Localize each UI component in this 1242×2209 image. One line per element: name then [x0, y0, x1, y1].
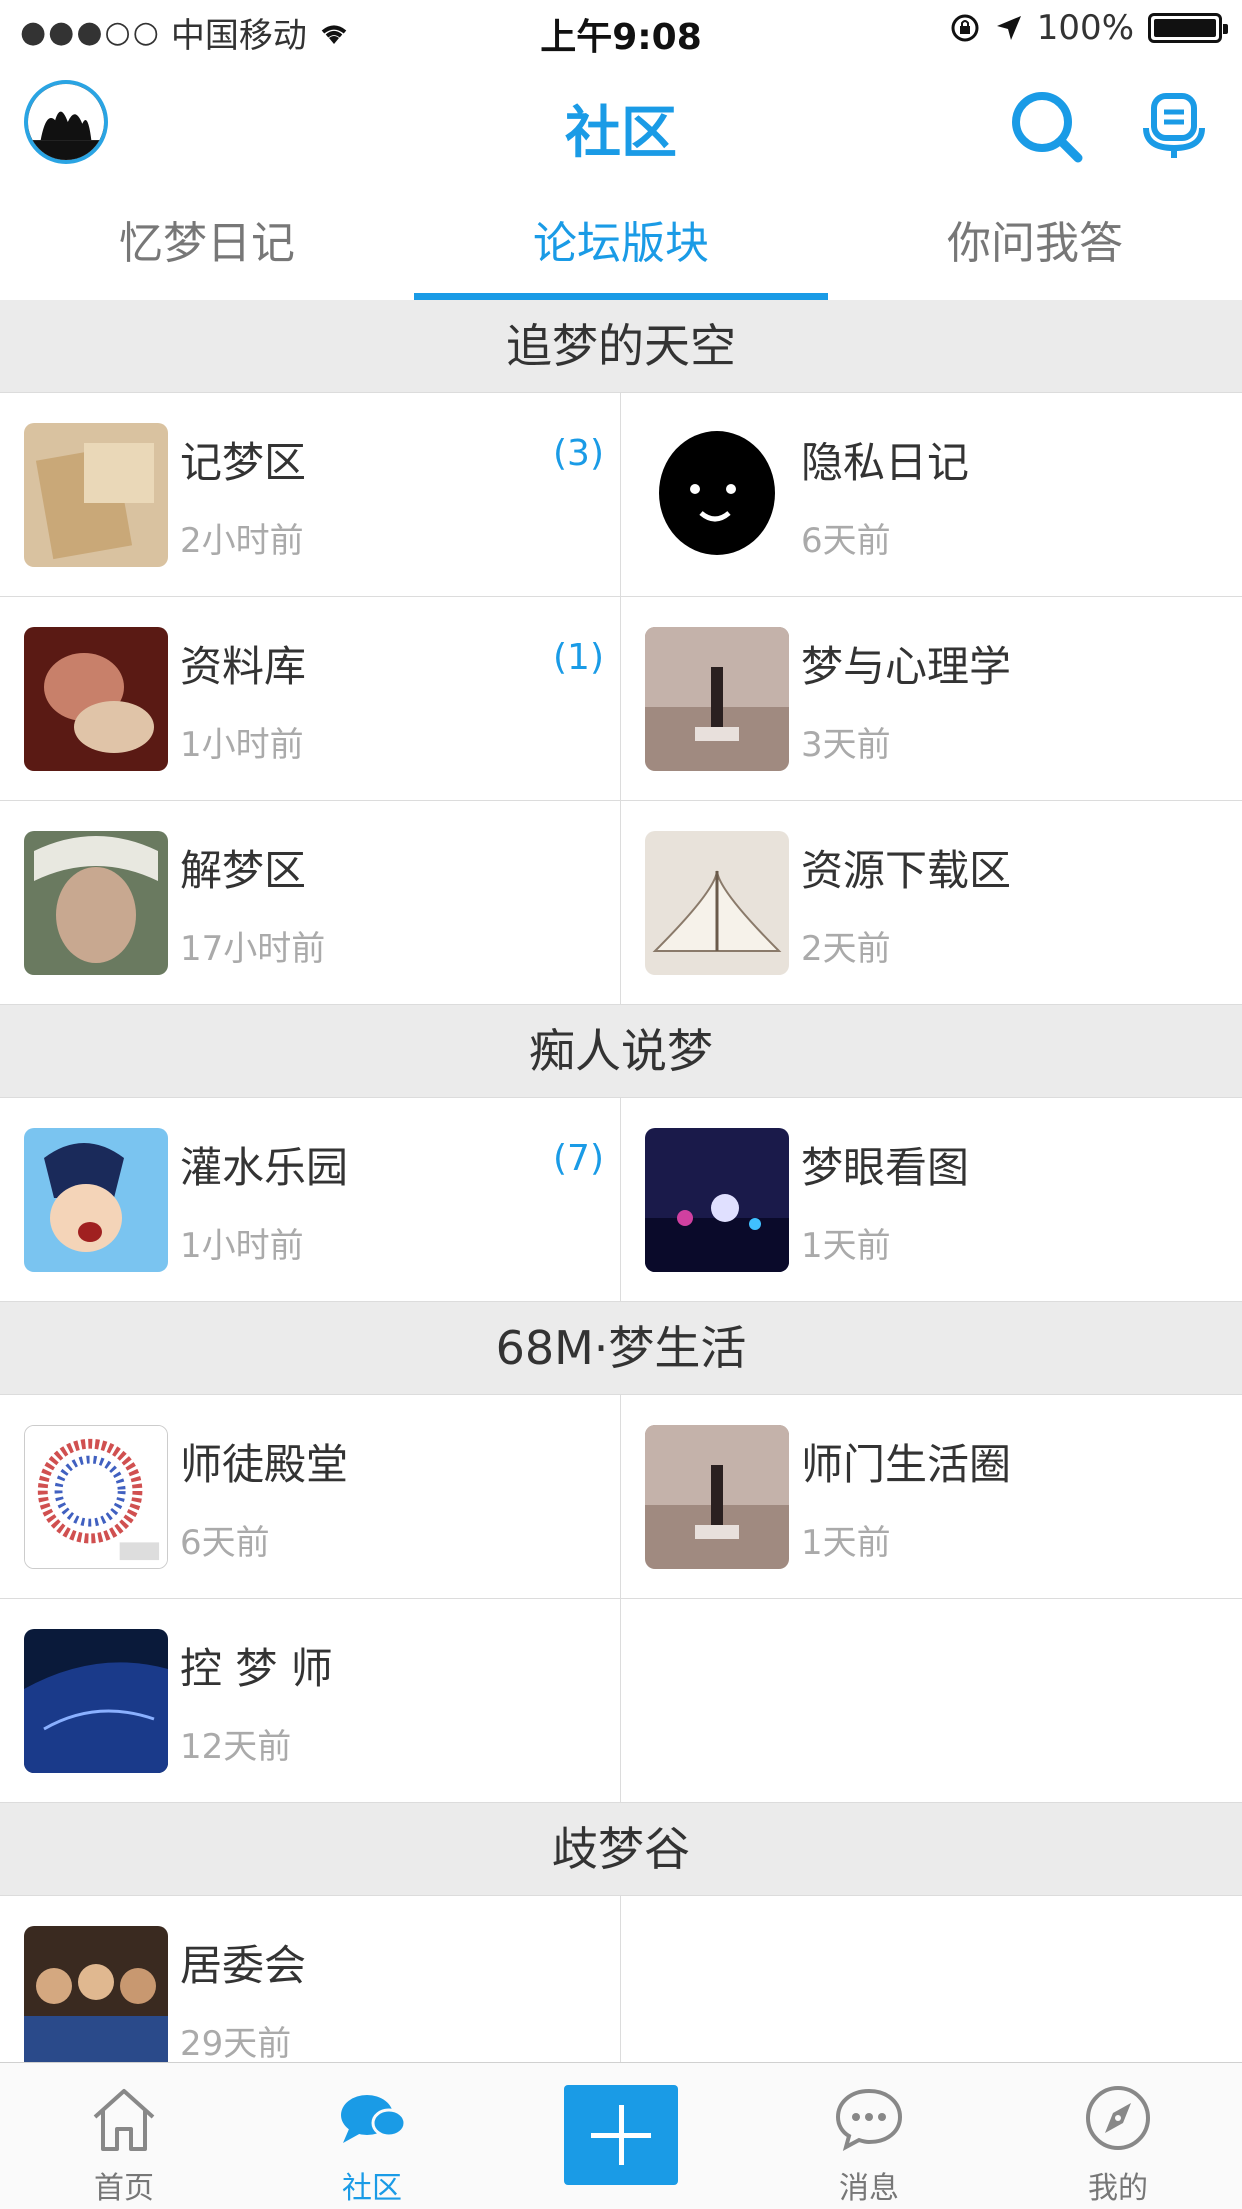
tabbar-messages[interactable]: 消息 — [745, 2063, 993, 2209]
board-name: 资料库 — [180, 642, 307, 691]
status-bar: ●●●○○ 中国移动 上午9:08 100% — [0, 0, 1242, 60]
board-time: 29天前 — [180, 2024, 292, 2062]
board-time: 1天前 — [801, 1226, 891, 1266]
tabbar-mine-label: 我的 — [1088, 2171, 1148, 2206]
new-post-count: (7) — [553, 1138, 604, 1179]
section-grid: 居委会 29天前 — [0, 1896, 1242, 2062]
board-thumbnail — [645, 423, 789, 567]
board-item-water-park[interactable]: 灌水乐园 1小时前 (7) — [0, 1098, 621, 1302]
board-name: 隐私日记 — [801, 438, 970, 487]
empty-cell — [621, 1599, 1242, 1803]
section-header: 歧梦谷 — [0, 1803, 1242, 1896]
board-thumbnail — [24, 1926, 168, 2062]
board-thumbnail — [24, 1629, 168, 1773]
board-time: 17小时前 — [180, 929, 326, 969]
compass-icon — [1086, 2086, 1150, 2150]
message-icon — [835, 2088, 903, 2151]
bottom-tab-bar: 首页 社区 消息 我的 — [0, 2062, 1242, 2209]
new-post-count: (3) — [553, 433, 604, 474]
battery-percent: 100% — [1036, 8, 1134, 48]
nav-header: 社区 — [0, 60, 1242, 196]
board-thumbnail — [24, 627, 168, 771]
board-item-dream-controller[interactable]: 控 梦 师 12天前 — [0, 1599, 621, 1803]
microphone-icon[interactable] — [1142, 92, 1206, 160]
status-right: 100% — [949, 8, 1228, 48]
board-time: 3天前 — [801, 725, 891, 765]
board-name: 资源下载区 — [801, 846, 1012, 895]
section-header: 痴人说梦 — [0, 1005, 1242, 1098]
section-grid: 记梦区 2小时前 (3) 隐私日记 6天前 资料库 1小时前 (1) 梦与心理学 — [0, 393, 1242, 1005]
tabbar-community-label: 社区 — [342, 2171, 402, 2206]
chat-bubbles-icon — [341, 2095, 407, 2143]
board-item-dream-interpretation[interactable]: 解梦区 17小时前 — [0, 801, 621, 1005]
empty-cell — [621, 1896, 1242, 2062]
board-time: 6天前 — [801, 521, 891, 561]
board-name: 梦与心理学 — [801, 642, 1012, 691]
board-item-downloads[interactable]: 资源下载区 2天前 — [621, 801, 1242, 1005]
orientation-lock-icon — [951, 14, 979, 42]
board-item-private-diary[interactable]: 隐私日记 6天前 — [621, 393, 1242, 597]
board-item-master-life-circle[interactable]: 师门生活圈 1天前 — [621, 1395, 1242, 1599]
board-time: 12天前 — [180, 1727, 292, 1767]
board-name: 居委会 — [180, 1941, 307, 1990]
section-grid: 灌水乐园 1小时前 (7) 梦眼看图 1天前 — [0, 1098, 1242, 1302]
board-name: 控 梦 师 — [180, 1644, 333, 1693]
board-name: 师门生活圈 — [801, 1440, 1012, 1489]
home-icon — [93, 2089, 155, 2151]
section-grid: 师徒殿堂 6天前 师门生活圈 1天前 控 梦 师 12天前 — [0, 1395, 1242, 1803]
board-thumbnail — [645, 1128, 789, 1272]
board-thumbnail — [24, 1128, 168, 1272]
board-time: 2天前 — [801, 929, 891, 969]
board-name: 师徒殿堂 — [180, 1440, 349, 1489]
board-thumbnail — [645, 1425, 789, 1569]
board-item-neighborhood-committee[interactable]: 居委会 29天前 — [0, 1896, 621, 2062]
board-thumbnail — [645, 831, 789, 975]
board-item-dream-psychology[interactable]: 梦与心理学 3天前 — [621, 597, 1242, 801]
board-name: 解梦区 — [180, 846, 307, 895]
tab-forum-boards[interactable]: 论坛版块 — [414, 196, 828, 300]
new-post-count: (1) — [553, 637, 604, 678]
board-thumbnail — [24, 1425, 168, 1569]
board-item-library[interactable]: 资料库 1小时前 (1) — [0, 597, 621, 801]
segment-tabs: 忆梦日记 论坛版块 你问我答 — [0, 196, 1242, 301]
tab-qa[interactable]: 你问我答 — [828, 196, 1242, 300]
location-arrow-icon — [996, 16, 1021, 40]
board-item-dream-eye[interactable]: 梦眼看图 1天前 — [621, 1098, 1242, 1302]
board-time: 6天前 — [180, 1523, 270, 1563]
tabbar-home-label: 首页 — [94, 2171, 154, 2206]
board-time: 1小时前 — [180, 725, 304, 765]
board-thumbnail — [24, 831, 168, 975]
board-time: 2小时前 — [180, 521, 304, 561]
board-name: 灌水乐园 — [180, 1143, 349, 1192]
board-item-jimengqu[interactable]: 记梦区 2小时前 (3) — [0, 393, 621, 597]
battery-icon — [1148, 13, 1228, 43]
tabbar-community[interactable]: 社区 — [248, 2063, 496, 2209]
board-time: 1天前 — [801, 1523, 891, 1563]
search-icon[interactable] — [1008, 88, 1084, 164]
section-header: 68M·梦生活 — [0, 1302, 1242, 1395]
new-post-button[interactable] — [564, 2085, 678, 2185]
tabbar-home[interactable]: 首页 — [0, 2063, 248, 2209]
board-name: 梦眼看图 — [801, 1143, 970, 1192]
section-header: 追梦的天空 — [0, 300, 1242, 393]
board-time: 1小时前 — [180, 1226, 304, 1266]
board-name: 记梦区 — [180, 438, 307, 487]
board-thumbnail — [24, 423, 168, 567]
tabbar-messages-label: 消息 — [839, 2171, 899, 2206]
tabbar-mine[interactable]: 我的 — [994, 2063, 1242, 2209]
board-item-master-hall[interactable]: 师徒殿堂 6天前 — [0, 1395, 621, 1599]
board-thumbnail — [645, 627, 789, 771]
forum-list[interactable]: 追梦的天空 记梦区 2小时前 (3) 隐私日记 6天前 资料库 1小时前 (1) — [0, 300, 1242, 2062]
tab-dream-diary[interactable]: 忆梦日记 — [0, 196, 414, 300]
